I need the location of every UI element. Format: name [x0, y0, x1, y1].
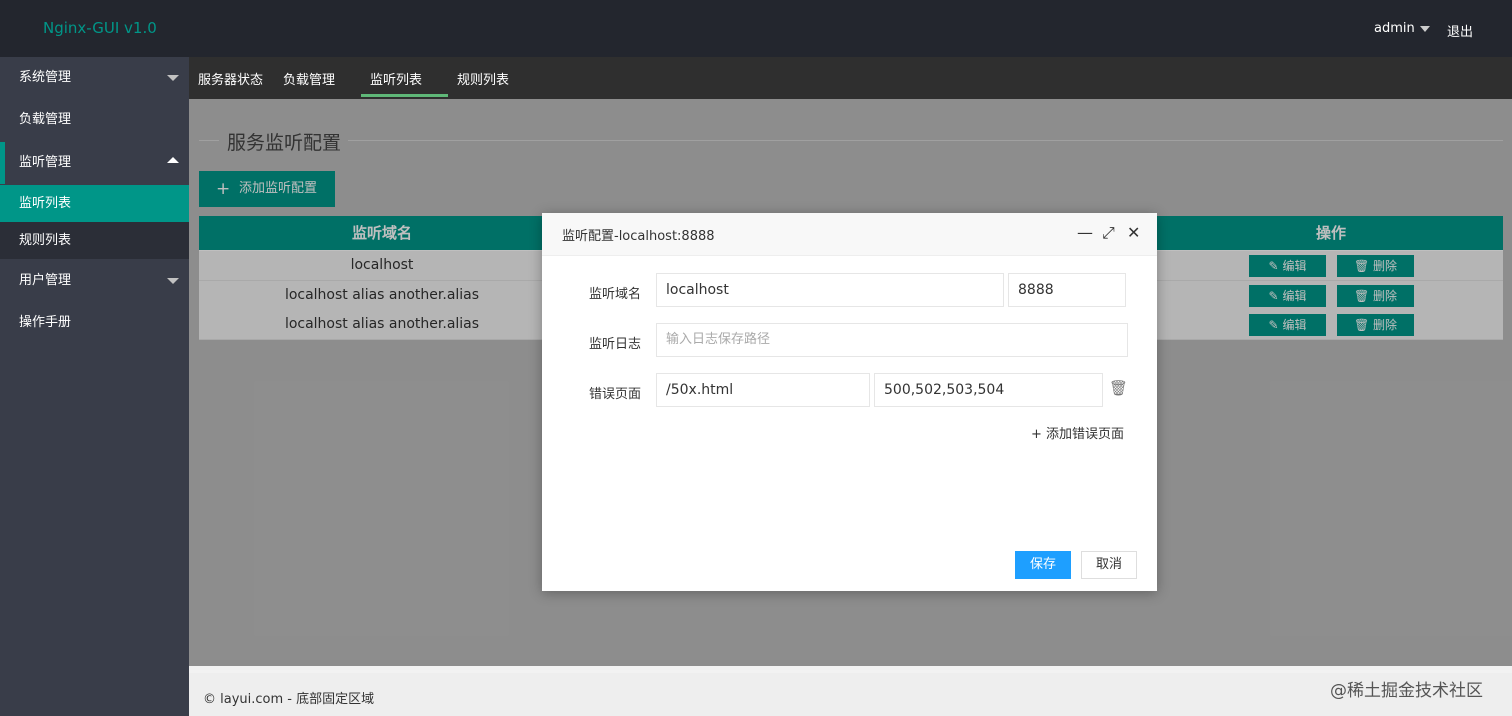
- chevron-up-icon: [167, 157, 179, 163]
- app-brand[interactable]: Nginx-GUI v1.0: [43, 19, 157, 37]
- sidebar-item-system[interactable]: 系统管理: [0, 57, 189, 99]
- minimize-icon[interactable]: —: [1077, 223, 1093, 242]
- chevron-down-icon: [1419, 25, 1430, 32]
- tab-rule-list[interactable]: 规则列表: [457, 69, 509, 88]
- sidebar-item-label: 规则列表: [19, 233, 72, 248]
- sidebar-item-label: 系统管理: [19, 70, 72, 85]
- save-button[interactable]: 保存: [1015, 551, 1071, 579]
- sidebar-item-load[interactable]: 负载管理: [0, 99, 189, 141]
- domain-label: 监听域名: [589, 287, 642, 302]
- add-error-page-button[interactable]: + 添加错误页面: [1031, 423, 1124, 442]
- footer-text: © layui.com - 底部固定区域: [203, 692, 375, 707]
- tab-server-status[interactable]: 服务器状态: [198, 69, 263, 88]
- sidebar-item-label: 监听列表: [19, 196, 72, 211]
- footer: [189, 673, 1512, 716]
- sidebar-item-manual[interactable]: 操作手册: [0, 302, 189, 344]
- sidebar-item-label: 监听管理: [19, 155, 72, 170]
- sidebar-subitem-listen-list[interactable]: 监听列表: [0, 185, 189, 222]
- domain-input[interactable]: localhost: [656, 273, 1004, 307]
- dialog-header: 监听配置-localhost:8888 — ⤢ ✕: [542, 213, 1157, 256]
- watermark: @稀土掘金技术社区: [1330, 681, 1483, 701]
- logout-link[interactable]: 退出: [1447, 21, 1473, 40]
- sidebar-item-users[interactable]: 用户管理: [0, 260, 189, 302]
- active-tab-indicator: [361, 94, 448, 97]
- user-menu[interactable]: admin: [1374, 21, 1430, 36]
- tab-load[interactable]: 负载管理: [283, 69, 335, 88]
- error-page-input[interactable]: /50x.html: [656, 373, 870, 407]
- trash-icon[interactable]: 🗑: [1109, 379, 1128, 397]
- error-page-label: 错误页面: [589, 387, 642, 402]
- add-error-page-label: 添加错误页面: [1046, 427, 1125, 442]
- maximize-icon[interactable]: ⤢: [1102, 223, 1115, 243]
- sidebar-item-listen[interactable]: 监听管理: [0, 142, 189, 184]
- top-bar: [0, 0, 1512, 57]
- chevron-down-icon: [167, 278, 179, 284]
- log-label: 监听日志: [589, 337, 642, 352]
- close-icon[interactable]: ✕: [1127, 223, 1140, 242]
- sidebar-item-label: 用户管理: [19, 273, 72, 288]
- log-path-input[interactable]: 输入日志保存路径: [656, 323, 1128, 357]
- sidebar-item-label: 负载管理: [19, 112, 72, 127]
- cancel-button[interactable]: 取消: [1081, 551, 1137, 579]
- sidebar-subitem-rule-list[interactable]: 规则列表: [0, 222, 189, 259]
- plus-icon: +: [1031, 427, 1042, 442]
- port-input[interactable]: 8888: [1008, 273, 1126, 307]
- sidebar-item-label: 操作手册: [19, 315, 72, 330]
- dialog-title: 监听配置-localhost:8888: [562, 229, 715, 244]
- username: admin: [1374, 21, 1415, 36]
- tab-listen-list[interactable]: 监听列表: [370, 69, 422, 88]
- chevron-down-icon: [167, 75, 179, 81]
- error-codes-input[interactable]: 500,502,503,504: [874, 373, 1103, 407]
